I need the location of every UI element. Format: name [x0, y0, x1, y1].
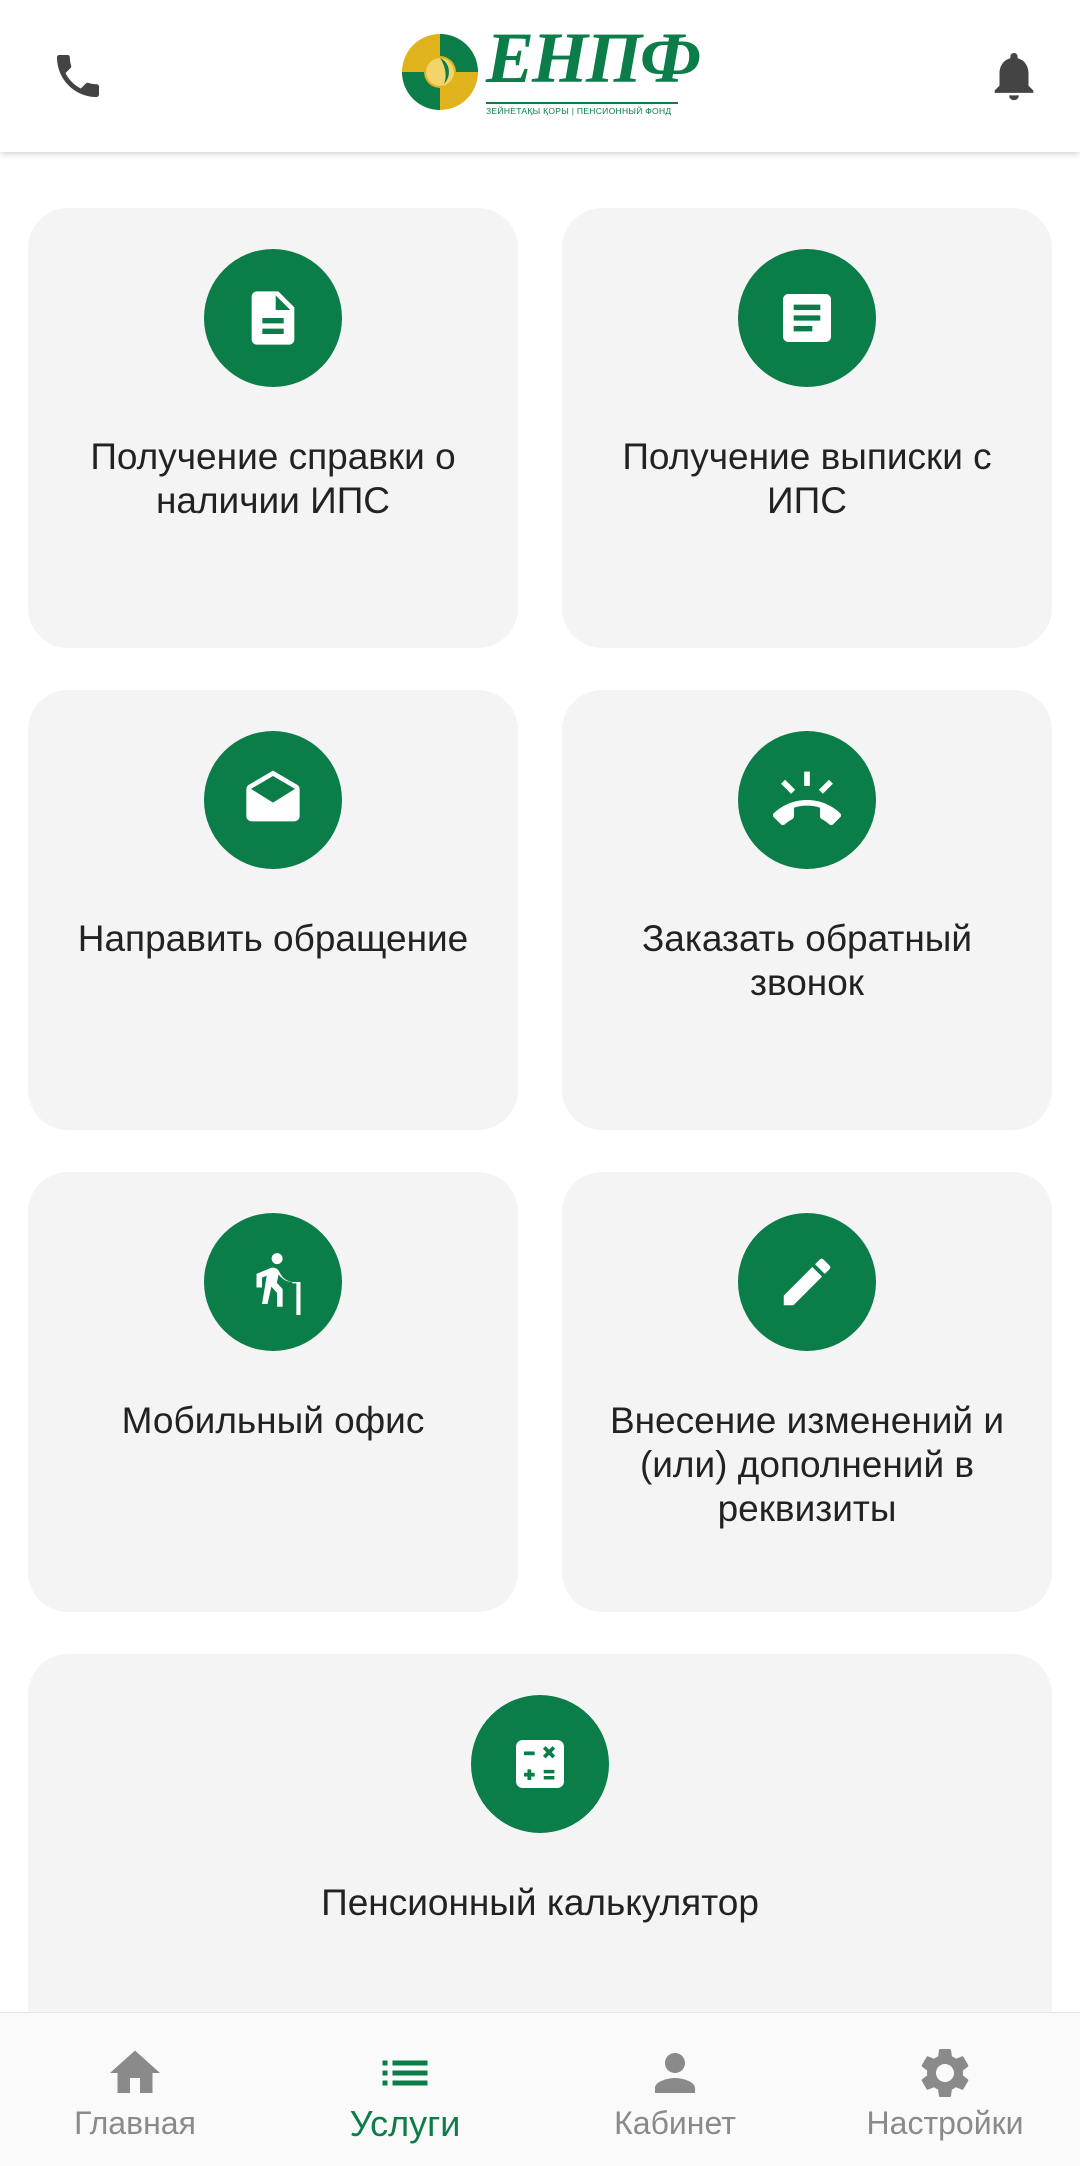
logo-wordmark: ЕНПФ [486, 18, 701, 98]
service-icon-circle [204, 1213, 342, 1351]
service-label: Получение справки о наличии ИПС [90, 436, 456, 521]
service-card-callback[interactable]: Заказать обратный звонок [562, 690, 1052, 1130]
service-card-pension-calculator[interactable]: Пенсионный калькулятор [28, 1654, 1052, 2012]
logo-subtitle: ЗЕЙНЕТАҚЫ ҚОРЫ | ПЕНСИОННЫЙ ФОНД [486, 102, 678, 116]
pencil-icon [783, 1258, 831, 1306]
gear-icon [915, 2043, 975, 2103]
service-icon-circle [738, 1213, 876, 1351]
home-icon [105, 2043, 165, 2103]
service-card-change-details[interactable]: Внесение изменений и (или) дополнений в … [562, 1172, 1052, 1612]
service-icon-circle [471, 1695, 609, 1833]
nav-label: Кабинет [614, 2105, 736, 2141]
service-icon-circle [204, 731, 342, 869]
nav-label: Услуги [349, 2103, 461, 2144]
notifications-button[interactable] [974, 36, 1054, 116]
service-icon-circle [738, 249, 876, 387]
nav-label: Главная [74, 2105, 196, 2141]
open-envelope-icon [246, 770, 300, 822]
nav-item-cabinet[interactable]: Кабинет [540, 2013, 810, 2166]
elderly-person-icon [256, 1253, 301, 1315]
service-label: Направить обращение [77, 918, 469, 959]
document-lines-icon [783, 294, 831, 342]
service-label: Внесение изменений и (или) дополнений в … [609, 1400, 1005, 1529]
service-card-send-request[interactable]: Направить обращение [28, 690, 518, 1130]
calculator-icon [516, 1740, 564, 1788]
app-header: ЕНПФ ЗЕЙНЕТАҚЫ ҚОРЫ | ПЕНСИОННЫЙ ФОНД [0, 0, 1080, 152]
service-label: Пенсионный калькулятор [321, 1882, 759, 1923]
service-label: Мобильный офис [121, 1400, 425, 1441]
list-icon [375, 2043, 435, 2103]
ringing-phone-icon [773, 771, 841, 826]
service-card-mobile-office[interactable]: Мобильный офис [28, 1172, 518, 1612]
phone-icon [57, 55, 99, 97]
nav-item-settings[interactable]: Настройки [810, 2013, 1080, 2166]
enpf-emblem-icon [402, 34, 478, 110]
enpf-logo: ЕНПФ ЗЕЙНЕТАҚЫ ҚОРЫ | ПЕНСИОННЫЙ ФОНД [400, 22, 701, 124]
bell-icon [994, 53, 1034, 101]
service-icon-circle [204, 249, 342, 387]
services-grid: Получение справки о наличии ИПС Получени… [0, 152, 1080, 2012]
person-icon [645, 2043, 705, 2103]
service-card-account-statement[interactable]: Получение выписки с ИПС [562, 208, 1052, 648]
service-label: Заказать обратный звонок [641, 918, 973, 1003]
nav-item-home[interactable]: Главная [0, 2013, 270, 2166]
call-button[interactable] [38, 36, 118, 116]
service-icon-circle [738, 731, 876, 869]
service-card-balance-certificate[interactable]: Получение справки о наличии ИПС [28, 208, 518, 648]
nav-item-services[interactable]: Услуги [270, 2013, 540, 2166]
service-label: Получение выписки с ИПС [622, 436, 992, 521]
nav-label: Настройки [866, 2105, 1024, 2141]
bottom-navigation: Главная Услуги Кабинет Настройки [0, 2012, 1080, 2166]
document-icon [251, 291, 295, 345]
